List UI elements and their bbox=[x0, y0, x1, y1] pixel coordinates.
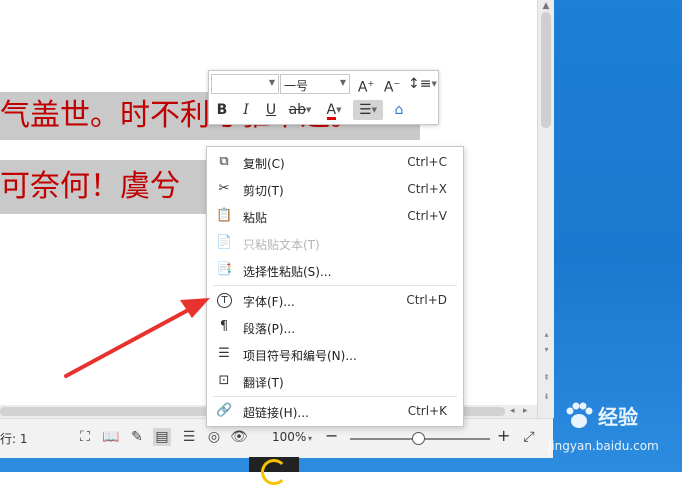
page-margin bbox=[519, 0, 537, 405]
floating-format-toolbar: ▼ 一号 ▼ A+ A− ↕≡▼ B I U ab▼ A▼ ☰▼ ⌂ bbox=[208, 70, 439, 125]
scroll-up-icon[interactable]: ▲ bbox=[541, 1, 551, 11]
format-painter-icon: ⌂ bbox=[394, 102, 404, 118]
taskbar-app-icon[interactable] bbox=[249, 457, 299, 485]
align-icon: ☰ bbox=[359, 102, 372, 118]
prev-page-icon[interactable]: ⇞ bbox=[542, 373, 551, 382]
vertical-scroll-thumb[interactable] bbox=[541, 12, 551, 128]
grow-font-button[interactable]: A+ bbox=[356, 74, 376, 96]
menu-item-cut[interactable]: ✂ 剪切(T) Ctrl+X bbox=[207, 176, 463, 202]
menu-item-translate[interactable]: ⊡ 翻译(T) bbox=[207, 368, 463, 394]
eye-protection-icon[interactable]: 👁 bbox=[230, 428, 248, 446]
write-mode-icon[interactable]: ✎ bbox=[128, 428, 146, 446]
zoom-level[interactable]: 100% bbox=[272, 430, 306, 444]
line-spacing-icon: ↕≡ bbox=[408, 76, 432, 92]
fit-page-icon[interactable]: ⤢ bbox=[520, 428, 538, 446]
font-size-select[interactable]: 一号 ▼ bbox=[280, 74, 350, 94]
scroll-right-icon[interactable]: ▸ bbox=[523, 406, 528, 416]
outline-view-icon[interactable]: ☰ bbox=[180, 428, 198, 446]
watermark-brand: 经验 bbox=[598, 405, 638, 429]
font-color-icon: A bbox=[326, 102, 337, 120]
zoom-slider-knob[interactable] bbox=[412, 432, 425, 445]
strikethrough-button[interactable]: ab▼ bbox=[285, 100, 315, 120]
scroll-left-icon[interactable]: ◂ bbox=[510, 406, 515, 416]
font-name-select[interactable]: ▼ bbox=[211, 74, 279, 94]
page-view-icon[interactable]: ▤ bbox=[153, 428, 171, 446]
menu-item-bullets-numbering[interactable]: ☰ 项目符号和编号(N)... bbox=[207, 341, 463, 367]
format-painter-button[interactable]: ⌂ bbox=[389, 100, 409, 120]
menu-item-paste[interactable]: 📋 粘贴 Ctrl+V bbox=[207, 203, 463, 229]
menu-separator bbox=[213, 285, 457, 286]
menu-item-paste-text-only: 📄 只粘贴文本(T) bbox=[216, 235, 320, 252]
selected-text-line-2[interactable]: 可奈何！虞兮 bbox=[0, 160, 210, 214]
font-size-value: 一号 bbox=[284, 79, 309, 93]
hyperlink-icon: 🔗 bbox=[216, 403, 233, 418]
font-color-button[interactable]: A▼ bbox=[319, 100, 349, 120]
copy-icon: ⧉ bbox=[219, 154, 229, 169]
underline-button[interactable]: U bbox=[261, 100, 281, 120]
chevron-down-icon: ▼ bbox=[268, 78, 275, 87]
paste-icon: 📋 bbox=[216, 208, 233, 223]
cut-icon: ✂ bbox=[218, 181, 230, 196]
chevron-down-icon: ▼ bbox=[339, 78, 346, 87]
reading-mode-icon[interactable]: 📖 bbox=[102, 428, 120, 446]
watermark-url: jingyan.baidu.com bbox=[548, 439, 659, 453]
paw-logo-icon bbox=[566, 402, 593, 428]
menu-item-paragraph[interactable]: ¶ 段落(P)... bbox=[207, 314, 463, 340]
watermark: 经验 jingyan.baidu.com bbox=[548, 395, 682, 472]
fullscreen-icon[interactable]: ⛶ bbox=[76, 428, 94, 446]
web-view-icon[interactable]: ◎ bbox=[205, 428, 223, 446]
paste-text-icon: 📄 bbox=[216, 235, 233, 250]
bullets-icon: ☰ bbox=[218, 346, 230, 361]
scroll-down-small-icon[interactable]: ▾ bbox=[542, 345, 551, 354]
translate-icon: ⊡ bbox=[218, 373, 230, 388]
menu-item-paste-special[interactable]: 📑 选择性粘贴(S)... bbox=[207, 257, 463, 283]
zoom-dropdown-icon[interactable]: ▾ bbox=[308, 434, 312, 443]
menu-separator bbox=[213, 396, 457, 397]
vertical-scrollbar[interactable]: ▲ ▴ ▾ ⇞ ⇟ bbox=[537, 0, 554, 418]
line-spacing-button[interactable]: ↕≡▼ bbox=[408, 74, 437, 94]
app-logo-icon bbox=[261, 459, 287, 485]
paragraph-icon: ¶ bbox=[219, 319, 229, 334]
font-icon: T bbox=[217, 293, 232, 308]
zoom-out-button[interactable]: − bbox=[325, 426, 338, 445]
scroll-up-small-icon[interactable]: ▴ bbox=[542, 330, 551, 339]
align-button[interactable]: ☰▼ bbox=[353, 100, 383, 120]
bold-button[interactable]: B bbox=[212, 100, 232, 120]
shrink-font-button[interactable]: A− bbox=[382, 74, 402, 96]
paste-special-icon: 📑 bbox=[216, 262, 233, 277]
context-menu: ⧉ 复制(C) Ctrl+C ✂ 剪切(T) Ctrl+X 📋 粘贴 Ctrl+… bbox=[206, 146, 464, 427]
line-indicator: 行: 1 bbox=[0, 432, 28, 446]
strikethrough-icon: ab bbox=[288, 102, 307, 118]
menu-item-font[interactable]: T 字体(F)... Ctrl+D bbox=[207, 287, 463, 313]
italic-button[interactable]: I bbox=[236, 100, 256, 120]
menu-item-hyperlink[interactable]: 🔗 超链接(H)... Ctrl+K bbox=[207, 398, 463, 424]
menu-item-copy[interactable]: ⧉ 复制(C) Ctrl+C bbox=[207, 149, 463, 175]
zoom-in-button[interactable]: + bbox=[497, 426, 510, 445]
